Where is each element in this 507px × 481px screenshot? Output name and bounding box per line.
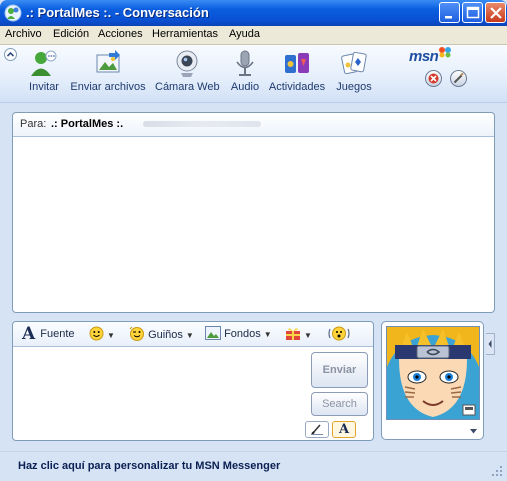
menu-acciones[interactable]: Acciones bbox=[98, 28, 143, 40]
type-text-button[interactable]: A bbox=[332, 421, 356, 438]
backgrounds-button[interactable]: Fondos ▼ bbox=[205, 326, 272, 340]
send-files-label: Enviar archivos bbox=[70, 81, 146, 93]
send-button[interactable]: Enviar bbox=[311, 352, 368, 388]
block-contact-button[interactable] bbox=[425, 70, 442, 87]
toolbar-expand-button[interactable] bbox=[4, 48, 17, 61]
font-a-icon: A bbox=[22, 324, 36, 344]
messenger-app-icon bbox=[4, 4, 22, 22]
contact-email-redacted bbox=[143, 121, 261, 127]
chevron-down-icon: ▼ bbox=[263, 330, 272, 339]
chevron-down-icon: ▼ bbox=[185, 331, 194, 340]
activities-button[interactable]: Actividades bbox=[268, 49, 326, 99]
display-picture-frame bbox=[381, 321, 484, 440]
invite-icon bbox=[31, 50, 57, 76]
format-bar: A Fuente ▼ Guiños ▼ Fondos ▼ ▼ bbox=[13, 322, 373, 347]
games-icon bbox=[341, 51, 367, 75]
recipient-row: Para: .: PortalMes :. bbox=[13, 113, 494, 137]
games-button[interactable]: Juegos bbox=[335, 49, 373, 99]
window-title: .: PortalMes :. - Conversación bbox=[26, 5, 209, 20]
menu-herramientas[interactable]: Herramientas bbox=[152, 28, 218, 40]
chevron-down-icon: ▼ bbox=[304, 331, 312, 340]
games-label: Juegos bbox=[336, 81, 372, 93]
invite-button[interactable]: Invitar bbox=[24, 49, 64, 99]
to-label: Para: bbox=[20, 118, 47, 130]
background-image-icon bbox=[205, 326, 221, 340]
chevron-up-icon bbox=[6, 51, 15, 57]
menu-ayuda[interactable]: Ayuda bbox=[229, 28, 260, 40]
block-icon bbox=[428, 73, 439, 84]
chevron-left-icon bbox=[488, 340, 492, 348]
msn-logo: msn bbox=[409, 47, 451, 65]
text-mode-icon: A bbox=[338, 422, 350, 437]
winks-button[interactable]: Guiños ▼ bbox=[129, 326, 194, 341]
microphone-icon bbox=[236, 50, 254, 76]
gift-icon bbox=[286, 328, 300, 340]
audio-label: Audio bbox=[230, 81, 260, 93]
activities-label: Actividades bbox=[268, 81, 326, 93]
menu-archivo[interactable]: Archivo bbox=[5, 28, 42, 40]
minimize-button[interactable] bbox=[439, 2, 460, 23]
minimize-icon bbox=[445, 16, 452, 19]
emoticons-button[interactable]: ▼ bbox=[89, 326, 115, 341]
change-background-button[interactable] bbox=[450, 70, 467, 87]
send-files-icon bbox=[96, 50, 120, 73]
maximize-button[interactable] bbox=[462, 2, 483, 23]
menu-bar: Archivo Edición Acciones Herramientas Ay… bbox=[0, 26, 507, 45]
chevron-down-icon: ▼ bbox=[107, 331, 115, 340]
menu-edicion[interactable]: Edición bbox=[53, 28, 89, 40]
webcam-label: Cámara Web bbox=[155, 81, 220, 93]
maximize-icon bbox=[466, 6, 480, 19]
pen-icon bbox=[311, 424, 323, 435]
avatar-menu-arrow-icon[interactable] bbox=[469, 428, 478, 435]
audio-button[interactable]: Audio bbox=[228, 49, 262, 99]
display-picture[interactable] bbox=[386, 326, 480, 420]
handwriting-button[interactable] bbox=[305, 421, 329, 438]
close-icon bbox=[490, 7, 502, 19]
gifts-button[interactable]: ▼ bbox=[285, 326, 312, 341]
nudge-icon bbox=[328, 326, 350, 341]
font-button[interactable]: A Fuente bbox=[22, 324, 75, 344]
butterfly-icon bbox=[439, 47, 451, 58]
title-bar: .: PortalMes :. - Conversación bbox=[0, 0, 507, 26]
contact-name: .: PortalMes :. bbox=[51, 118, 124, 130]
webcam-button[interactable]: Cámara Web bbox=[155, 49, 220, 99]
nudge-button[interactable] bbox=[327, 325, 351, 345]
invite-label: Invitar bbox=[29, 81, 59, 93]
compose-panel: A Fuente ▼ Guiños ▼ Fondos ▼ ▼ Enviar Sear… bbox=[12, 321, 374, 441]
send-files-button[interactable]: Enviar archivos bbox=[70, 49, 146, 99]
smiley-icon bbox=[89, 326, 104, 341]
activities-icon bbox=[285, 53, 309, 73]
conversation-history-panel: Para: .: PortalMes :. bbox=[12, 112, 495, 313]
status-bar: Haz clic aquí para personalizar tu MSN M… bbox=[0, 451, 507, 481]
paintbrush-icon bbox=[453, 72, 464, 84]
collapse-side-panel-button[interactable] bbox=[486, 333, 495, 355]
avatar-illustration-icon bbox=[387, 327, 479, 419]
close-button[interactable] bbox=[485, 2, 506, 23]
resize-grip-icon[interactable] bbox=[491, 465, 503, 477]
webcam-icon bbox=[176, 50, 198, 77]
search-button[interactable]: Search bbox=[311, 392, 368, 416]
personalize-link[interactable]: Haz clic aquí para personalizar tu MSN M… bbox=[18, 460, 280, 472]
wink-icon bbox=[129, 326, 144, 341]
